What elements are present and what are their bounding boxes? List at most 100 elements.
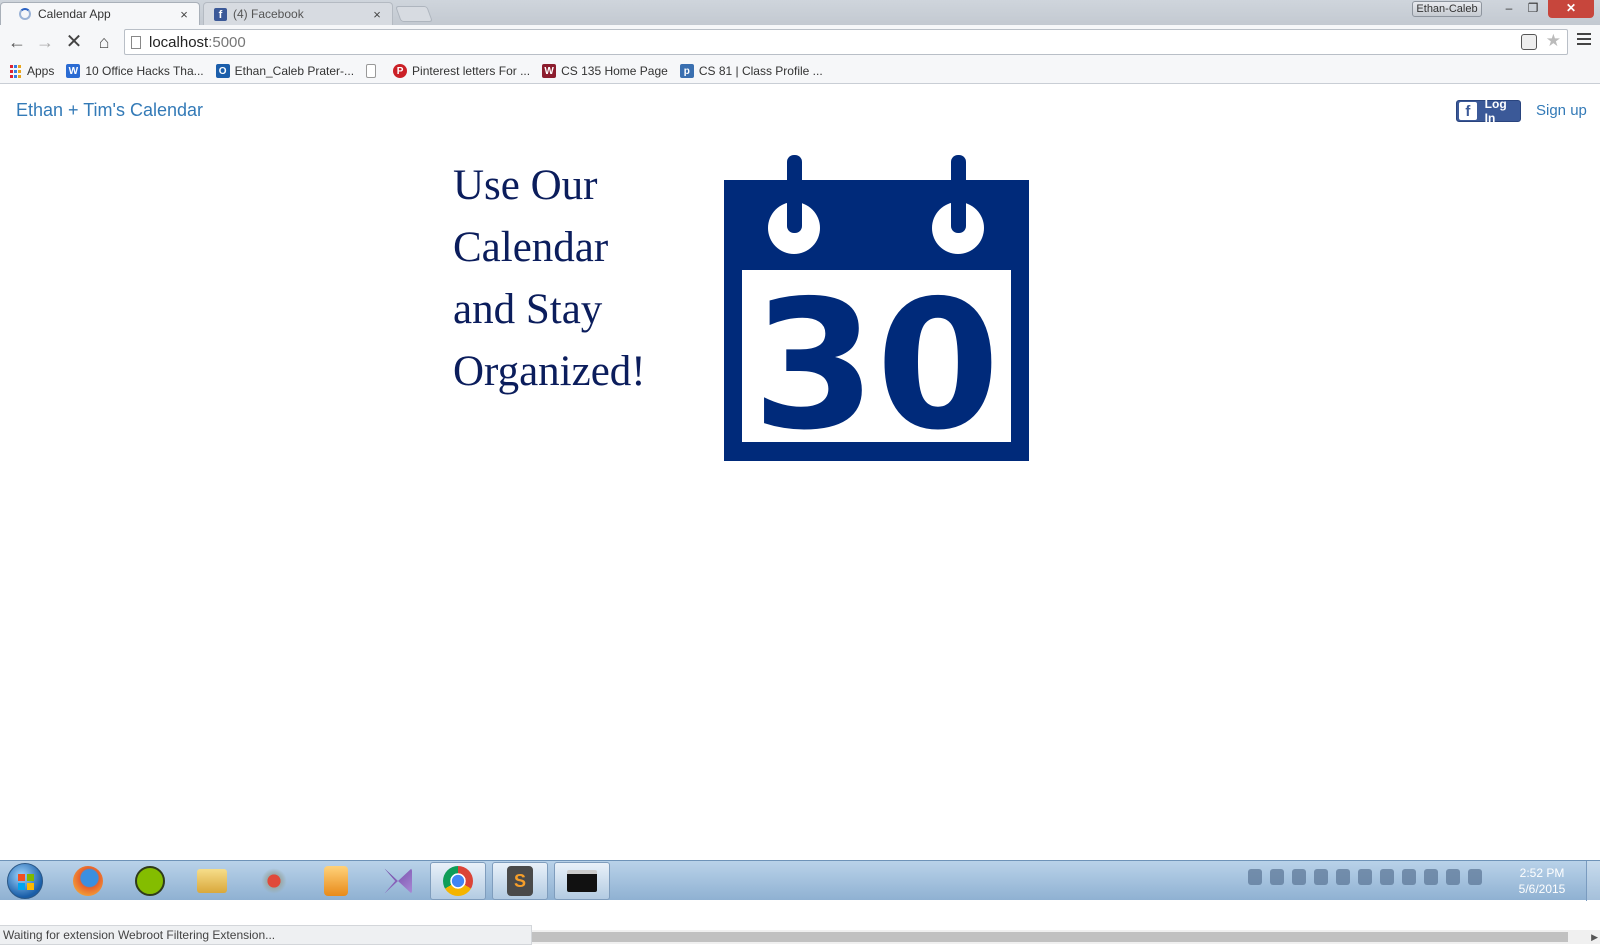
piazza-icon: p <box>679 64 694 78</box>
new-tab-button[interactable] <box>395 6 433 22</box>
bookmark-label: Pinterest letters For ... <box>412 64 531 78</box>
bookmark-label: CS 135 Home Page <box>561 64 668 78</box>
hero-line: Use Our <box>453 162 598 209</box>
calendar-icon: 30 <box>724 155 1029 461</box>
close-window-icon[interactable]: ✕ <box>1548 0 1594 18</box>
signal-icon[interactable] <box>1314 869 1328 885</box>
calendar-hook-right <box>951 155 966 233</box>
url-host: localhost <box>149 33 209 51</box>
system-tray <box>1248 869 1482 885</box>
tab-calendar-app[interactable]: Calendar App × <box>0 2 200 25</box>
bookmark-outlook[interactable]: O Ethan_Caleb Prater-... <box>215 64 355 78</box>
action-center-flag-icon[interactable] <box>1468 869 1482 885</box>
profile-button[interactable]: Ethan-Caleb <box>1412 1 1482 17</box>
bookmark-apps[interactable]: Apps <box>8 64 54 78</box>
outlook-icon: O <box>215 64 230 78</box>
address-bar[interactable]: localhost:5000 ★ <box>124 29 1568 55</box>
firefox-icon <box>73 866 103 896</box>
chrome-menu-icon[interactable] <box>1577 33 1591 48</box>
horizontal-scrollbar[interactable]: ▶ <box>532 930 1600 944</box>
chrome-icon <box>443 866 473 896</box>
word-icon: W <box>66 64 81 78</box>
page-icon <box>131 35 141 49</box>
battery-icon[interactable] <box>1292 869 1306 885</box>
blank-page-icon <box>366 64 377 78</box>
bookmark-label: Apps <box>27 64 55 78</box>
browser-toolbar: ← → ✕ ⌂ localhost:5000 ★ <box>0 25 1600 59</box>
tab-strip: Calendar App × f (4) Facebook × Ethan-Ca… <box>0 0 1600 25</box>
tab-facebook[interactable]: f (4) Facebook × <box>203 2 393 25</box>
hero-line: and Stay <box>453 286 603 333</box>
bookmark-label: 10 Office Hacks Tha... <box>85 64 204 78</box>
media-player-icon <box>324 866 348 896</box>
signup-link[interactable]: Sign up <box>1536 102 1587 119</box>
url-port: :5000 <box>208 33 246 51</box>
browser-status-bar: Waiting for extension Webroot Filtering … <box>0 925 532 945</box>
bookmark-cs135[interactable]: W CS 135 Home Page <box>542 64 668 78</box>
security-icon[interactable] <box>1424 869 1438 885</box>
taskbar-network-app[interactable] <box>246 862 302 900</box>
bookmark-blank[interactable] <box>366 64 381 78</box>
webroot-extension-icon[interactable] <box>1521 34 1537 50</box>
clock-time: 2:52 PM <box>1519 866 1565 880</box>
network-app-icon <box>259 866 289 896</box>
show-desktop-button[interactable] <box>1586 861 1600 901</box>
hero-headline: Use Our Calendar and Stay Organized! <box>453 155 683 403</box>
maximize-icon[interactable]: ❐ <box>1520 0 1546 18</box>
forward-arrow-icon[interactable]: → <box>34 31 56 53</box>
network-icon[interactable] <box>1336 869 1350 885</box>
taskbar-command-prompt[interactable] <box>554 862 610 900</box>
app-tray-icon[interactable] <box>1358 869 1372 885</box>
command-prompt-icon <box>567 870 597 892</box>
spotify-icon <box>135 866 165 896</box>
check-icon[interactable] <box>1402 869 1416 885</box>
bookmarks-bar: Apps W 10 Office Hacks Tha... O Ethan_Ca… <box>0 59 1600 84</box>
cs-logo-icon: W <box>542 64 557 78</box>
tool-icon[interactable] <box>1446 869 1460 885</box>
tab-title: Calendar App <box>38 7 111 21</box>
hero-line: Calendar <box>453 224 609 271</box>
home-icon[interactable]: ⌂ <box>93 31 115 53</box>
start-button[interactable] <box>7 863 43 899</box>
facebook-favicon-icon: f <box>214 7 227 21</box>
brand-link[interactable]: Ethan + Tim's Calendar <box>16 100 203 121</box>
bookmark-star-icon[interactable]: ★ <box>1546 31 1561 51</box>
bookmark-cs81[interactable]: p CS 81 | Class Profile ... <box>679 64 823 78</box>
windows-taskbar: S 2:52 PM 5/6/2015 <box>0 860 1600 901</box>
apps-icon <box>8 64 22 78</box>
back-arrow-icon[interactable]: ← <box>6 31 28 53</box>
calendar-hook-left <box>787 155 802 233</box>
sublime-text-icon: S <box>507 866 533 896</box>
bookmark-pinterest[interactable]: P Pinterest letters For ... <box>393 64 530 78</box>
taskbar-firefox[interactable] <box>60 862 116 900</box>
taskbar-media-player[interactable] <box>308 862 364 900</box>
hero-line: Organized! <box>453 348 646 395</box>
bookmark-label: Ethan_Caleb Prater-... <box>234 64 355 78</box>
clock-date: 5/6/2015 <box>1518 882 1566 896</box>
taskbar-visual-studio[interactable] <box>370 862 426 900</box>
tab-close-icon[interactable]: × <box>177 7 191 22</box>
calendar-day-number: 30 <box>752 262 1000 461</box>
tab-close-icon[interactable]: × <box>370 7 384 22</box>
scrollbar-thumb[interactable] <box>532 932 1568 942</box>
windows-logo-icon <box>18 874 34 890</box>
facebook-login-label: Log In <box>1484 97 1507 125</box>
pinterest-icon: P <box>393 64 408 78</box>
page-viewport: Ethan + Tim's Calendar f Log In Sign up … <box>0 85 1600 945</box>
scroll-right-arrow-icon[interactable]: ▶ <box>1591 930 1598 944</box>
minimize-icon[interactable]: – <box>1496 0 1522 18</box>
taskbar-chrome[interactable] <box>430 862 486 900</box>
shield-icon[interactable] <box>1380 869 1394 885</box>
taskbar-clock[interactable]: 2:52 PM 5/6/2015 <box>1512 865 1572 897</box>
taskbar-file-explorer[interactable] <box>184 862 240 900</box>
stop-loading-icon[interactable]: ✕ <box>63 31 85 53</box>
facebook-icon: f <box>1459 102 1477 120</box>
taskbar-spotify[interactable] <box>122 862 178 900</box>
facebook-login-button[interactable]: f Log In <box>1456 97 1521 125</box>
taskbar-sublime-text[interactable]: S <box>492 862 548 900</box>
file-explorer-icon <box>197 869 227 893</box>
bookmark-office-hacks[interactable]: W 10 Office Hacks Tha... <box>66 64 204 78</box>
volume-icon[interactable] <box>1248 869 1262 885</box>
sync-icon[interactable] <box>1270 869 1284 885</box>
visual-studio-icon <box>384 868 412 894</box>
